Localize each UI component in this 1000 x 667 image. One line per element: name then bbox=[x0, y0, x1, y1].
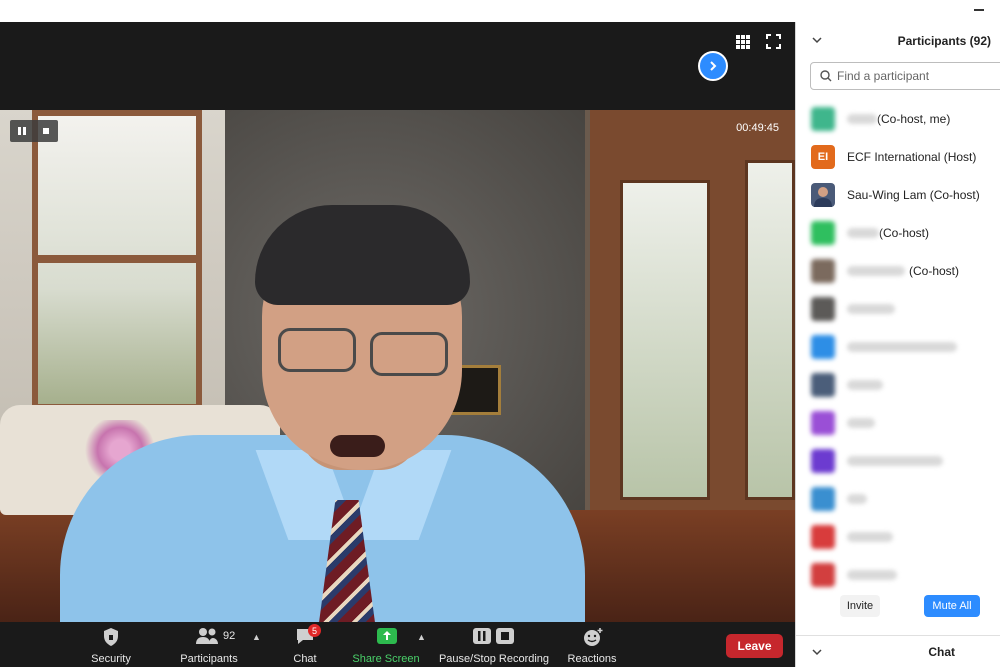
blurred-name bbox=[847, 494, 867, 504]
reactions-button[interactable]: Reactions bbox=[566, 622, 618, 667]
participant-row[interactable] bbox=[796, 518, 1000, 556]
participant-search bbox=[810, 62, 1000, 90]
participant-row[interactable] bbox=[796, 480, 1000, 518]
avatar bbox=[811, 297, 835, 321]
avatar bbox=[811, 563, 835, 587]
participants-count: 92 bbox=[223, 630, 236, 642]
blurred-name bbox=[847, 304, 895, 314]
next-page-button[interactable] bbox=[698, 51, 728, 81]
recording-controls-icon bbox=[473, 628, 514, 644]
avatar bbox=[811, 335, 835, 359]
avatar bbox=[811, 411, 835, 435]
meeting-top-strip bbox=[0, 22, 795, 110]
blurred-name bbox=[847, 380, 883, 390]
chat-title: Chat bbox=[928, 645, 955, 659]
minimize-icon[interactable] bbox=[974, 4, 984, 14]
participants-panel: Participants (92) (Co-host, me) EI ECF I… bbox=[795, 22, 1000, 667]
gallery-view-icon[interactable] bbox=[736, 35, 750, 49]
participants-caret-icon[interactable]: ▲ bbox=[252, 632, 261, 642]
participant-list: (Co-host, me) EI ECF International (Host… bbox=[796, 100, 1000, 594]
invite-button[interactable]: Invite bbox=[840, 595, 880, 617]
pause-stop-recording-button[interactable]: Pause/Stop Recording bbox=[438, 622, 550, 667]
participant-row[interactable]: (Co-host) bbox=[796, 214, 1000, 252]
share-screen-label: Share Screen bbox=[352, 653, 420, 665]
participant-row[interactable]: (Co-host) bbox=[796, 252, 1000, 290]
recording-label: Pause/Stop Recording bbox=[438, 653, 550, 665]
avatar bbox=[811, 487, 835, 511]
share-screen-button[interactable]: Share Screen bbox=[352, 622, 420, 667]
shield-icon bbox=[104, 628, 118, 646]
avatar bbox=[811, 449, 835, 473]
participant-row[interactable] bbox=[796, 442, 1000, 480]
avatar bbox=[811, 183, 835, 207]
avatar bbox=[811, 107, 835, 131]
security-label: Security bbox=[91, 653, 131, 665]
search-icon bbox=[820, 70, 832, 82]
reactions-icon bbox=[584, 628, 603, 646]
recording-controls bbox=[10, 120, 58, 142]
participants-label: Participants bbox=[180, 653, 238, 665]
blurred-name bbox=[847, 570, 897, 580]
blurred-name bbox=[847, 456, 943, 466]
participants-header: Participants (92) bbox=[796, 22, 1000, 60]
share-caret-icon[interactable]: ▲ bbox=[417, 632, 426, 642]
title-bar bbox=[0, 0, 1000, 22]
participant-search-input[interactable] bbox=[837, 69, 997, 83]
chevron-down-icon[interactable] bbox=[812, 648, 822, 656]
blurred-name bbox=[847, 342, 957, 352]
participant-row[interactable]: (Co-host, me) bbox=[796, 100, 1000, 138]
avatar: EI bbox=[811, 145, 835, 169]
participant-row[interactable] bbox=[796, 328, 1000, 366]
participants-icon bbox=[196, 628, 218, 644]
participant-name: Sau-Wing Lam (Co-host) bbox=[847, 188, 980, 202]
participant-row[interactable] bbox=[796, 290, 1000, 328]
participant-row[interactable] bbox=[796, 556, 1000, 594]
meeting-area: 00:49:45 Security 92 Participants ▲ 5 Ch… bbox=[0, 22, 795, 667]
share-screen-icon bbox=[377, 628, 397, 644]
participant-role: (Co-host, me) bbox=[877, 112, 951, 126]
speaker-video: 00:49:45 bbox=[0, 110, 795, 622]
participants-button[interactable]: 92 Participants bbox=[177, 622, 241, 667]
blurred-name bbox=[847, 266, 905, 276]
participant-name: ECF International (Host) bbox=[847, 150, 977, 164]
reactions-label: Reactions bbox=[567, 653, 617, 665]
chat-button[interactable]: 5 Chat bbox=[288, 622, 322, 667]
meeting-timer: 00:49:45 bbox=[736, 122, 779, 134]
chevron-down-icon[interactable] bbox=[812, 36, 822, 44]
blurred-name bbox=[847, 114, 877, 124]
chat-badge: 5 bbox=[308, 624, 321, 637]
participant-role: (Co-host) bbox=[909, 264, 960, 278]
participant-actions: Invite Mute All bbox=[796, 595, 1000, 621]
pause-recording-icon[interactable] bbox=[10, 120, 34, 142]
chat-label: Chat bbox=[293, 653, 317, 665]
avatar bbox=[811, 259, 835, 283]
avatar bbox=[811, 221, 835, 245]
avatar bbox=[811, 525, 835, 549]
mute-all-button[interactable]: Mute All bbox=[924, 595, 980, 617]
meeting-toolbar: Security 92 Participants ▲ 5 Chat Share … bbox=[0, 622, 795, 667]
participant-role: (Co-host) bbox=[879, 226, 930, 240]
chevron-right-icon bbox=[710, 61, 717, 71]
participant-row[interactable]: Sau-Wing Lam (Co-host) bbox=[796, 176, 1000, 214]
security-button[interactable]: Security bbox=[88, 622, 134, 667]
blurred-name bbox=[847, 418, 875, 428]
participants-title: Participants (92) bbox=[897, 34, 991, 48]
blurred-name bbox=[847, 228, 879, 238]
chat-header[interactable]: Chat bbox=[796, 635, 1000, 667]
avatar bbox=[811, 373, 835, 397]
stop-recording-icon[interactable] bbox=[34, 120, 58, 142]
participant-row[interactable] bbox=[796, 366, 1000, 404]
blurred-name bbox=[847, 532, 893, 542]
participant-row[interactable]: EI ECF International (Host) bbox=[796, 138, 1000, 176]
leave-button[interactable]: Leave bbox=[726, 634, 783, 658]
zoom-meeting-window: 00:49:45 Security 92 Participants ▲ 5 Ch… bbox=[0, 0, 1000, 667]
participant-row[interactable] bbox=[796, 404, 1000, 442]
fullscreen-icon[interactable] bbox=[766, 34, 781, 49]
